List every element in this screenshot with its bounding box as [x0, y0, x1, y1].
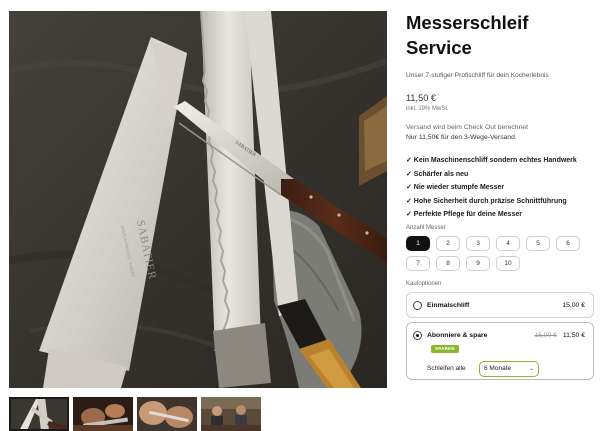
product-title: Messerschleif Service — [406, 10, 594, 60]
interval-value: 6 Monate — [484, 365, 512, 372]
shipping-offer: Nur 11,50€ für den 3-Wege-Versand. — [406, 134, 517, 141]
tax-note: inkl. 19% MwSt. — [406, 106, 449, 112]
subscription-name: Abonniere & spare — [427, 331, 488, 339]
feature-item: ✓ Kein Maschinenschliff sondern echtes H… — [406, 157, 577, 164]
purchase-options-label: Kaufoptionen — [406, 280, 442, 287]
thumbnail-2[interactable] — [73, 397, 133, 431]
quantity-option-5[interactable]: 5 — [526, 235, 550, 251]
quantity-option-10[interactable]: 10 — [496, 255, 520, 271]
product-title-line2: Service — [406, 37, 472, 58]
thumbnail-4[interactable] — [201, 397, 261, 431]
subscription-radio[interactable] — [413, 330, 422, 340]
product-title-line1: Messerschleif — [406, 12, 529, 33]
quantity-option-4[interactable]: 4 — [496, 235, 520, 251]
knives-photo: SABATIER MADE IN FRANCE · THIERS SABATIE… — [9, 11, 387, 388]
one-time-name: Einmalschliff — [427, 301, 470, 309]
one-time-purchase-option[interactable]: Einmalschliff 15,00 € — [406, 291, 594, 318]
feature-item: ✓ Hohe Sicherheit durch präzise Schnittf… — [406, 197, 567, 205]
thumbnail-sharpening-image — [73, 397, 133, 431]
product-subtitle: Unser 7-stufiger Profischliff für dein K… — [406, 72, 549, 79]
quantity-option-1[interactable]: 1 — [406, 235, 430, 251]
one-time-price: 15,00 € — [562, 301, 585, 309]
chevron-down-icon: ⌄ — [528, 366, 534, 372]
thumbnail-workshop-image — [201, 397, 261, 431]
feature-item: ✓ Perfekte Pflege für deine Messer — [406, 211, 522, 218]
subscription-price: 11,50 € — [562, 331, 585, 339]
thumbnail-1[interactable] — [9, 397, 69, 431]
thumbnail-3[interactable] — [137, 397, 197, 431]
quantity-option-6[interactable]: 6 — [556, 235, 580, 251]
main-product-image[interactable]: SABATIER MADE IN FRANCE · THIERS SABATIE… — [9, 11, 387, 388]
quantity-option-7[interactable]: 7 — [406, 255, 430, 271]
feature-list: ✓ Kein Maschinenschliff sondern echtes H… — [406, 157, 594, 220]
quantity-option-8[interactable]: 8 — [436, 255, 460, 271]
thumbnail-knives-image — [9, 397, 69, 431]
quantity-label: Anzahl Messer — [406, 224, 446, 231]
save-badge: SPAREN — [431, 344, 459, 353]
interval-label: Schleifen alle — [427, 364, 466, 372]
one-time-radio[interactable] — [413, 300, 422, 310]
subscription-old-price: 15,00 € — [534, 331, 557, 339]
quantity-selector: 1 2 3 4 5 6 7 8 9 10 — [406, 235, 594, 271]
feature-item: ✓ Schärfer als neu — [406, 170, 469, 178]
thumbnail-strip — [9, 397, 261, 431]
product-info-panel: Messerschleif Service Unser 7-stufiger P… — [406, 10, 594, 380]
interval-select[interactable]: 6 Monate ⌄ — [479, 360, 539, 377]
thumbnail-closeup-image — [137, 397, 197, 431]
feature-item: ✓ Nie wieder stumpfe Messer — [406, 184, 505, 191]
quantity-option-3[interactable]: 3 — [466, 235, 490, 251]
quantity-option-2[interactable]: 2 — [436, 235, 460, 251]
product-price: 11,50 € — [406, 93, 436, 103]
quantity-option-9[interactable]: 9 — [466, 255, 490, 271]
subscription-option[interactable]: Abonniere & spare 15,00 € 11,50 € SPAREN… — [406, 321, 594, 380]
shipping-note: Versand wird beim Check Out berechnet — [406, 124, 529, 131]
